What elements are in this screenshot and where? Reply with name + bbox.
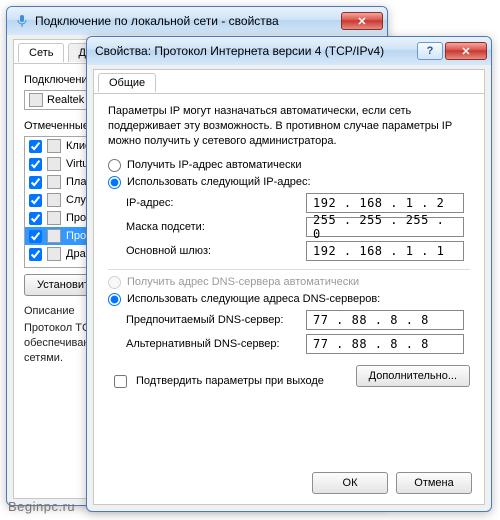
cancel-button[interactable]: Отмена [396, 472, 472, 494]
item-check[interactable] [29, 140, 42, 153]
radio-auto-ip[interactable]: Получить IP-адрес автоматически [108, 159, 470, 172]
nic-icon [29, 93, 43, 107]
ok-button[interactable]: ОК [312, 472, 388, 494]
titlebar[interactable]: Свойства: Протокол Интернета версии 4 (T… [87, 37, 491, 65]
item-check[interactable] [29, 176, 42, 189]
confirm-on-exit[interactable]: Подтвердить параметры при выходе [110, 372, 324, 391]
item-check[interactable] [29, 248, 42, 261]
service-icon [47, 175, 61, 189]
driver-icon [47, 247, 61, 261]
radio-manual-ip[interactable]: Использовать следующий IP-адрес: [108, 176, 470, 189]
dns2-label: Альтернативный DNS-сервер: [126, 338, 306, 350]
mask-label: Маска подсети: [126, 221, 306, 233]
help-button[interactable]: ? [417, 42, 443, 60]
tab-general[interactable]: Общие [98, 73, 156, 92]
item-check[interactable] [29, 230, 42, 243]
ip-input[interactable]: 192 . 168 . 1 . 2 [306, 193, 464, 213]
item-check[interactable] [29, 158, 42, 171]
item-check[interactable] [29, 194, 42, 207]
dns1-input[interactable]: 77 . 88 . 8 . 8 [306, 310, 464, 330]
gateway-label: Основной шлюз: [126, 245, 306, 257]
titlebar[interactable]: Подключение по локальной сети - свойства… [7, 7, 387, 35]
client-icon [47, 139, 61, 153]
dialog-title: Свойства: Протокол Интернета версии 4 (T… [95, 44, 384, 58]
protocol-icon [47, 211, 61, 225]
mic-icon [15, 14, 29, 28]
radio-manual-dns[interactable]: Использовать следующие адреса DNS-сервер… [108, 293, 470, 306]
radio-auto-dns: Получить адрес DNS-сервера автоматически [108, 276, 470, 289]
close-button[interactable]: ✕ [445, 42, 487, 60]
info-paragraph: Параметры IP могут назначаться автоматич… [108, 104, 470, 149]
tab-network[interactable]: Сеть [18, 43, 64, 62]
ip-label: IP-адрес: [126, 197, 306, 209]
gateway-input[interactable]: 192 . 168 . 1 . 1 [306, 241, 464, 261]
advanced-button[interactable]: Дополнительно... [356, 365, 470, 387]
watermark: Beginpc.ru [8, 499, 75, 514]
ipv4-properties-dialog: Свойства: Протокол Интернета версии 4 (T… [86, 36, 492, 512]
close-button[interactable]: ✕ [341, 12, 383, 30]
driver-icon [47, 157, 61, 171]
mask-input[interactable]: 255 . 255 . 255 . 0 [306, 217, 464, 237]
dns2-input[interactable]: 77 . 88 . 8 . 8 [306, 334, 464, 354]
window-title: Подключение по локальной сети - свойства [35, 14, 279, 28]
service-icon [47, 193, 61, 207]
dns1-label: Предпочитаемый DNS-сервер: [126, 314, 306, 326]
protocol-icon [47, 229, 61, 243]
item-check[interactable] [29, 212, 42, 225]
